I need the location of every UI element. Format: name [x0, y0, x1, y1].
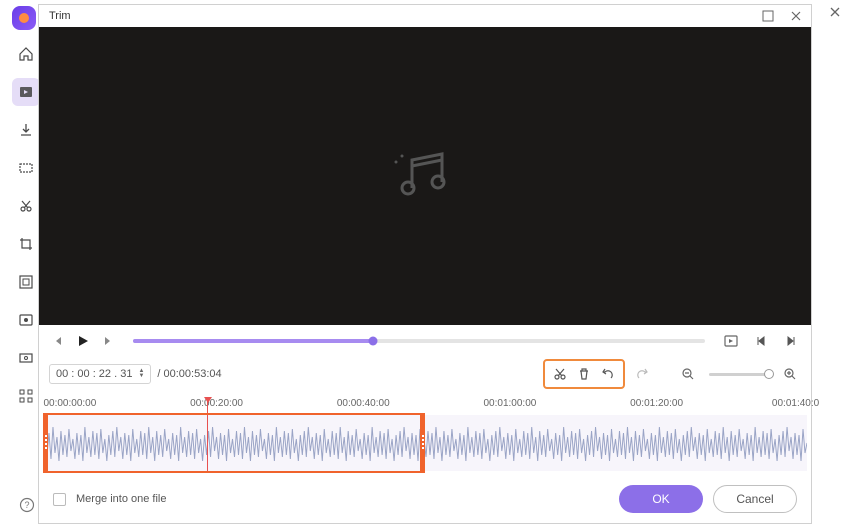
next-frame-button[interactable] [97, 331, 117, 351]
seekbar-thumb[interactable] [369, 337, 378, 346]
titlebar: Trim [39, 5, 811, 27]
seekbar-fill [133, 339, 373, 343]
merge-label: Merge into one file [76, 493, 167, 505]
zoom-in-button[interactable] [779, 364, 801, 384]
sidebar-download[interactable] [12, 116, 40, 144]
cancel-button[interactable]: Cancel [713, 485, 797, 513]
playback-controls [39, 325, 811, 357]
timeline[interactable] [43, 415, 807, 471]
delete-button[interactable] [573, 364, 595, 384]
goto-end-button[interactable] [781, 331, 801, 351]
svg-text:?: ? [24, 500, 29, 510]
time-row: 00 : 00 : 22 . 31 ▲ ▼ / 00:00:53:04 [39, 357, 811, 395]
minimize-icon[interactable] [759, 7, 777, 25]
trim-dialog: Trim [38, 4, 812, 524]
undo-button[interactable] [597, 364, 619, 384]
seekbar[interactable] [133, 339, 705, 343]
app-close-icon[interactable] [828, 5, 842, 24]
sidebar [12, 40, 40, 410]
bottom-bar: Merge into one file OK Cancel [39, 477, 811, 523]
cancel-label: Cancel [736, 492, 773, 506]
sidebar-home[interactable] [12, 40, 40, 68]
zoom-slider[interactable] [709, 373, 769, 376]
sidebar-compress[interactable] [12, 154, 40, 182]
trim-tool-group [543, 359, 625, 389]
sidebar-apps[interactable] [12, 382, 40, 410]
cut-button[interactable] [549, 364, 571, 384]
sidebar-disc[interactable] [12, 344, 40, 372]
current-time-value: 00 : 00 : 22 . 31 [56, 368, 132, 380]
time-step-down[interactable]: ▼ [138, 374, 144, 379]
selection-handle-left[interactable] [43, 415, 48, 471]
sidebar-record[interactable] [12, 306, 40, 334]
time-stepper[interactable]: ▲ ▼ [138, 369, 144, 379]
ruler-tick: 00:01:40:0 [772, 398, 819, 409]
ruler-tick: 00:00:00:00 [43, 398, 96, 409]
zoom-out-button[interactable] [677, 364, 699, 384]
dialog-title: Trim [45, 10, 759, 22]
merge-checkbox[interactable] [53, 493, 66, 506]
ruler-tick: 00:01:00:00 [483, 398, 536, 409]
goto-start-button[interactable] [751, 331, 771, 351]
sidebar-cut[interactable] [12, 192, 40, 220]
sidebar-crop[interactable] [12, 230, 40, 258]
waveform [43, 415, 807, 471]
timeline-ruler: 00:00:00:00 00:00:20:00 00:00:40:00 00:0… [39, 395, 811, 413]
ok-label: OK [652, 492, 669, 506]
close-icon[interactable] [787, 7, 805, 25]
current-time-input[interactable]: 00 : 00 : 22 . 31 ▲ ▼ [49, 364, 151, 384]
sidebar-effects[interactable] [12, 268, 40, 296]
play-in-out-button[interactable] [721, 331, 741, 351]
play-button[interactable] [73, 331, 93, 351]
total-time-label: / 00:00:53:04 [157, 368, 221, 380]
ruler-tick: 00:00:20:00 [190, 398, 243, 409]
ruler-tick: 00:01:20:00 [630, 398, 683, 409]
redo-button[interactable] [631, 364, 653, 384]
preview-area [39, 27, 811, 325]
music-icon [390, 146, 460, 206]
app-logo [12, 6, 36, 30]
help-icon[interactable]: ? [16, 494, 38, 516]
ok-button[interactable]: OK [619, 485, 703, 513]
playhead[interactable] [207, 398, 208, 471]
sidebar-convert[interactable] [12, 78, 40, 106]
selection-handle-right[interactable] [420, 415, 425, 471]
ruler-tick: 00:00:40:00 [337, 398, 390, 409]
prev-frame-button[interactable] [49, 331, 69, 351]
